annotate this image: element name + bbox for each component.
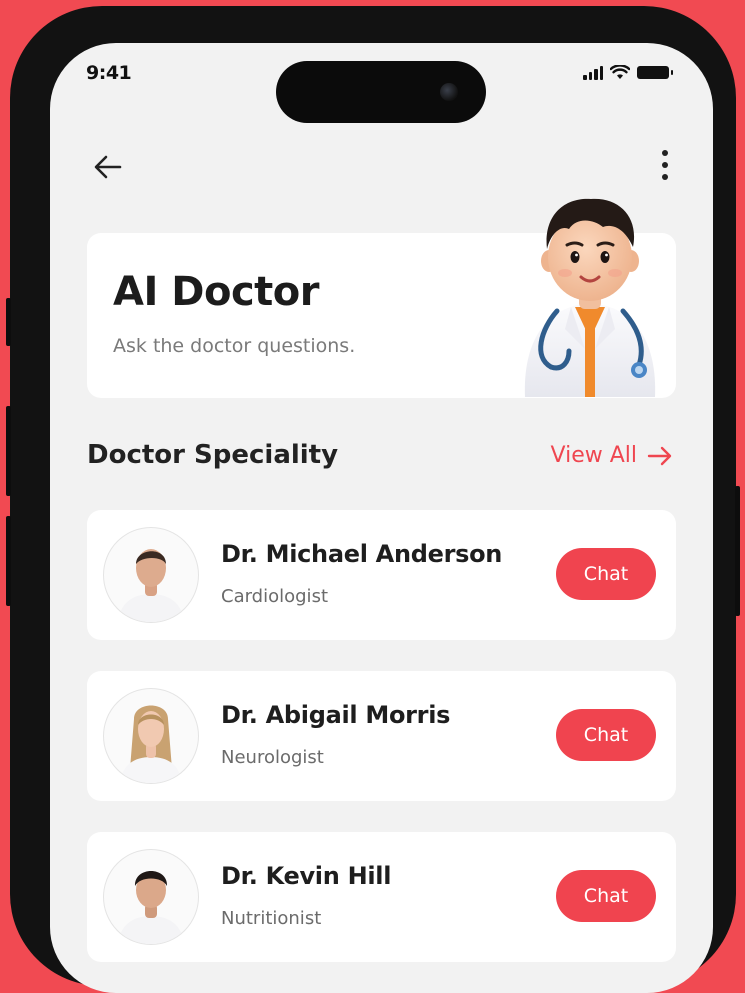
status-time: 9:41 — [86, 62, 132, 84]
arrow-right-icon — [647, 446, 672, 465]
wifi-icon — [610, 65, 630, 79]
doctor-card[interactable]: Dr. Abigail Morris Neurologist Chat — [87, 671, 676, 801]
more-vertical-icon[interactable] — [659, 147, 671, 187]
doctor-specialty: Nutritionist — [221, 908, 322, 929]
section-title: Doctor Speciality — [87, 440, 339, 470]
doctor-name: Dr. Michael Anderson — [221, 540, 503, 568]
chat-button[interactable]: Chat — [556, 870, 656, 922]
chat-button[interactable]: Chat — [556, 548, 656, 600]
doctor-specialty: Cardiologist — [221, 586, 328, 607]
arrow-left-icon[interactable] — [90, 149, 126, 185]
avatar — [103, 527, 199, 623]
battery-icon — [637, 66, 673, 79]
doctor-specialty: Neurologist — [221, 747, 324, 768]
view-all-link[interactable]: View All — [551, 443, 673, 468]
camera-icon — [440, 83, 458, 101]
dynamic-island — [276, 61, 486, 123]
doctor-photo-icon — [118, 871, 184, 944]
avatar — [103, 688, 199, 784]
doctor-card[interactable]: Dr. Kevin Hill Nutritionist Chat — [87, 832, 676, 962]
doctor-name: Dr. Abigail Morris — [221, 701, 451, 729]
doctor-photo-icon — [118, 549, 184, 622]
doctor-card[interactable]: Dr. Michael Anderson Cardiologist Chat — [87, 510, 676, 640]
chat-button[interactable]: Chat — [556, 709, 656, 761]
app-screen: 9:41 AI Doctor Ask the doctor questions.… — [50, 43, 713, 993]
doctor-photo-icon — [120, 705, 182, 783]
phone-side-button — [6, 298, 11, 346]
phone-side-button — [6, 406, 11, 496]
doctor-name: Dr. Kevin Hill — [221, 862, 392, 890]
view-all-label: View All — [550, 443, 637, 468]
phone-frame: 9:41 AI Doctor Ask the doctor questions.… — [6, 6, 740, 993]
doctor-mascot-icon — [524, 198, 656, 397]
hero-title: AI Doctor — [113, 269, 320, 315]
hero-subtitle: Ask the doctor questions. — [113, 335, 356, 357]
ai-doctor-card[interactable]: AI Doctor Ask the doctor questions. — [87, 198, 676, 398]
avatar — [103, 849, 199, 945]
phone-side-button — [6, 516, 11, 606]
phone-side-button — [735, 486, 740, 616]
signal-icon — [583, 65, 603, 80]
status-icons — [583, 65, 673, 80]
